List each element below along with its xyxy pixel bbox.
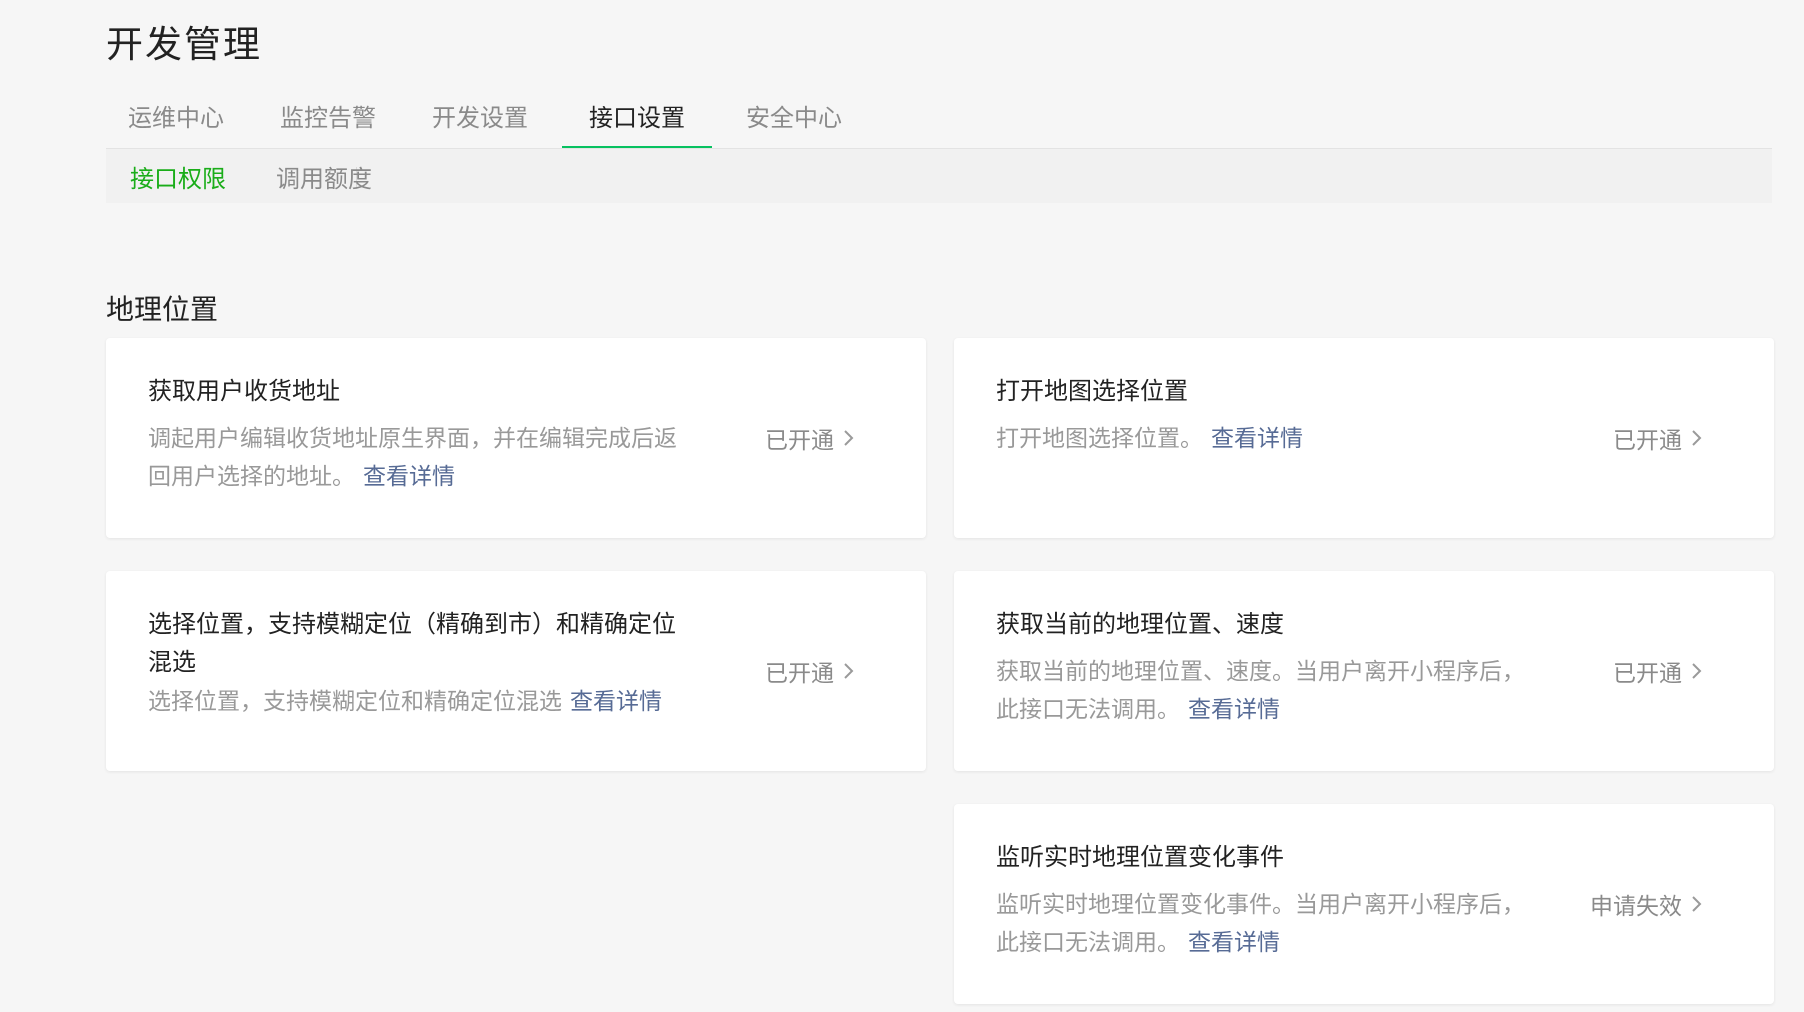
chevron-right-icon — [844, 430, 854, 446]
subnav-api-permissions[interactable]: 接口权限 — [130, 159, 226, 194]
view-details-link[interactable]: 查看详情 — [1188, 697, 1280, 723]
view-details-link[interactable]: 查看详情 — [570, 689, 662, 715]
sub-navigation: 接口权限 调用额度 — [106, 149, 1772, 203]
status-label: 已开通 — [1613, 661, 1682, 687]
tab-ops-center[interactable]: 运维中心 — [106, 96, 246, 146]
status-enabled-button[interactable]: 已开通 — [765, 421, 858, 455]
card-description: 监听实时地理位置变化事件。当用户离开小程序后，此接口无法调用。 查看详情 — [996, 892, 1525, 956]
status-label: 已开通 — [765, 428, 834, 454]
section-title: 地理位置 — [106, 293, 219, 326]
tab-monitoring-alerts[interactable]: 监控告警 — [258, 96, 398, 146]
top-tabs: 运维中心 监控告警 开发设置 接口设置 安全中心 — [106, 96, 1772, 149]
status-label: 申请失效 — [1590, 894, 1682, 920]
api-card-choose-location-fuzzy: 选择位置，支持模糊定位（精确到市）和精确定位混选 选择位置，支持模糊定位和精确定… — [106, 571, 926, 771]
status-enabled-button[interactable]: 已开通 — [1613, 421, 1706, 455]
chevron-right-icon — [1692, 896, 1702, 912]
view-details-link[interactable]: 查看详情 — [1211, 426, 1303, 452]
card-description: 获取当前的地理位置、速度。当用户离开小程序后，此接口无法调用。 查看详情 — [996, 659, 1525, 723]
api-card-shipping-address: 获取用户收货地址 调起用户编辑收货地址原生界面，并在编辑完成后返回用户选择的地址… — [106, 338, 926, 538]
card-description: 选择位置，支持模糊定位和精确定位混选 查看详情 — [148, 689, 662, 715]
tab-api-settings[interactable]: 接口设置 — [562, 96, 712, 148]
card-title: 获取用户收货地址 — [148, 377, 340, 405]
chevron-right-icon — [1692, 430, 1702, 446]
card-title: 监听实时地理位置变化事件 — [996, 843, 1284, 871]
status-expired-button[interactable]: 申请失效 — [1590, 887, 1706, 921]
status-label: 已开通 — [1613, 428, 1682, 454]
api-card-location-change-listener: 监听实时地理位置变化事件 监听实时地理位置变化事件。当用户离开小程序后，此接口无… — [954, 804, 1774, 1004]
chevron-right-icon — [1692, 663, 1702, 679]
status-enabled-button[interactable]: 已开通 — [1613, 654, 1706, 688]
tab-security-center[interactable]: 安全中心 — [724, 96, 864, 146]
card-description: 调起用户编辑收货地址原生界面，并在编辑完成后返回用户选择的地址。 查看详情 — [148, 426, 677, 490]
card-title: 选择位置，支持模糊定位（精确到市）和精确定位混选 — [148, 610, 676, 676]
tab-dev-settings[interactable]: 开发设置 — [410, 96, 550, 146]
view-details-link[interactable]: 查看详情 — [363, 464, 455, 490]
view-details-link[interactable]: 查看详情 — [1188, 930, 1280, 956]
card-title: 获取当前的地理位置、速度 — [996, 610, 1284, 638]
subnav-call-quota[interactable]: 调用额度 — [276, 159, 372, 194]
api-card-choose-location-map: 打开地图选择位置 打开地图选择位置。 查看详情 已开通 — [954, 338, 1774, 538]
api-card-get-location-speed: 获取当前的地理位置、速度 获取当前的地理位置、速度。当用户离开小程序后，此接口无… — [954, 571, 1774, 771]
card-description: 打开地图选择位置。 查看详情 — [996, 426, 1303, 452]
status-label: 已开通 — [765, 661, 834, 687]
chevron-right-icon — [844, 663, 854, 679]
card-title: 打开地图选择位置 — [996, 377, 1188, 405]
page-title: 开发管理 — [106, 23, 262, 66]
status-enabled-button[interactable]: 已开通 — [765, 654, 858, 688]
